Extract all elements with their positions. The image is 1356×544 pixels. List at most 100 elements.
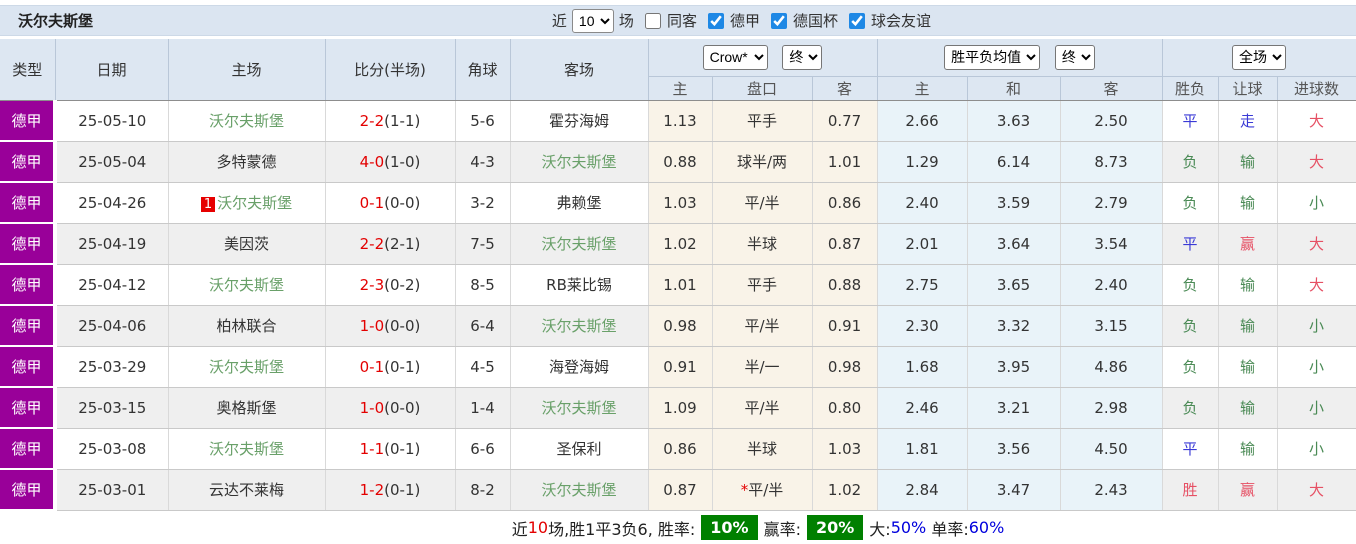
- cell-ah-line: 平手: [712, 100, 813, 142]
- cell-odds-draw: 3.65: [967, 264, 1061, 306]
- cell-ah-away-odds: 1.02: [812, 469, 878, 511]
- table-row: 德甲 25-05-04 多特蒙德 4-0(1-0) 4-3 沃尔夫斯堡 0.88…: [0, 140, 1356, 183]
- cell-odds-away: 2.40: [1060, 264, 1163, 306]
- col-header-corners: 角球: [454, 39, 511, 101]
- cell-ah-line: 平/半: [712, 305, 813, 347]
- cell-home-team[interactable]: 云达不莱梅: [168, 469, 326, 511]
- cell-handicap-result: 输: [1218, 141, 1278, 183]
- cell-odds-draw: 3.56: [967, 428, 1061, 470]
- cell-score: 2-2(1-1): [325, 100, 456, 142]
- match-history-panel: 沃尔夫斯堡 近 10 场 同客 德甲 德国杯 球会友谊 类型 日期 主场 比分(…: [0, 5, 1356, 544]
- cell-home-team[interactable]: 多特蒙德: [168, 141, 326, 183]
- cell-league-type: 德甲: [0, 140, 57, 183]
- cell-handicap-result: 输: [1218, 428, 1278, 470]
- dfb-pokal-checkbox[interactable]: [770, 12, 787, 29]
- cell-home-team[interactable]: 奥格斯堡: [168, 387, 326, 429]
- cell-date: 25-04-26: [55, 182, 169, 224]
- cell-ah-away-odds: 1.03: [812, 428, 878, 470]
- cell-odds-home: 1.81: [877, 428, 968, 470]
- subcol-result: 胜负: [1161, 75, 1219, 101]
- handicap-group-header: Crow* 终: [647, 39, 878, 76]
- cell-goals: 小: [1277, 387, 1356, 429]
- recent-count-select[interactable]: 10: [571, 8, 614, 33]
- cell-ah-line: 球半/两: [712, 141, 813, 183]
- cell-away-team[interactable]: 沃尔夫斯堡: [510, 141, 649, 183]
- col-header-date: 日期: [54, 39, 169, 101]
- cell-score: 1-1(0-1): [325, 428, 456, 470]
- cell-away-team[interactable]: 沃尔夫斯堡: [510, 223, 649, 265]
- cell-result: 平: [1162, 100, 1219, 142]
- cell-goals: 大: [1277, 469, 1356, 511]
- cell-odds-away: 2.50: [1060, 100, 1163, 142]
- cell-home-team[interactable]: 沃尔夫斯堡: [168, 428, 326, 470]
- cell-away-team[interactable]: 霍芬海姆: [510, 100, 649, 142]
- cell-league-type: 德甲: [0, 263, 57, 306]
- bundesliga-checkbox[interactable]: [707, 12, 724, 29]
- cell-ah-away-odds: 0.80: [812, 387, 878, 429]
- subcol-odds-home: 主: [876, 75, 968, 101]
- cell-home-team[interactable]: 柏林联合: [168, 305, 326, 347]
- cell-odds-away: 2.79: [1060, 182, 1163, 224]
- cell-score: 1-0(0-0): [325, 387, 456, 429]
- odds-type-select[interactable]: 胜平负均值: [944, 44, 1041, 70]
- table-row: 德甲 25-03-01 云达不莱梅 1-2(0-1) 8-2 沃尔夫斯堡 0.8…: [0, 468, 1356, 511]
- cell-away-team[interactable]: 海登海姆: [510, 346, 649, 388]
- cell-odds-away: 4.50: [1060, 428, 1163, 470]
- cell-odds-away: 3.15: [1060, 305, 1163, 347]
- cell-result: 负: [1162, 305, 1219, 347]
- club-friendly-label: 球会友谊: [870, 12, 931, 30]
- cell-date: 25-03-15: [55, 387, 169, 429]
- cell-home-team[interactable]: 沃尔夫斯堡: [168, 264, 326, 306]
- cell-ah-away-odds: 0.98: [812, 346, 878, 388]
- subcol-odds-draw: 和: [966, 75, 1061, 101]
- cell-odds-draw: 6.14: [967, 141, 1061, 183]
- cell-ah-home-odds: 1.02: [648, 223, 713, 265]
- table-row: 德甲 25-04-19 美因茨 2-2(2-1) 7-5 沃尔夫斯堡 1.02 …: [0, 222, 1356, 265]
- cell-date: 25-03-29: [55, 346, 169, 388]
- same-venue-checkbox[interactable]: [644, 12, 661, 29]
- handicap-time-select[interactable]: 终: [782, 44, 823, 70]
- bookmaker-select[interactable]: Crow*: [702, 44, 768, 70]
- cell-corners: 6-4: [455, 305, 511, 347]
- cell-home-team[interactable]: 沃尔夫斯堡: [168, 346, 326, 388]
- cell-home-team[interactable]: 沃尔夫斯堡: [168, 100, 326, 142]
- cell-league-type: 德甲: [0, 386, 57, 429]
- cell-odds-home: 2.01: [877, 223, 968, 265]
- cell-score: 2-2(2-1): [325, 223, 456, 265]
- cell-away-team[interactable]: 圣保利: [510, 428, 649, 470]
- table-row: 德甲 25-04-12 沃尔夫斯堡 2-3(0-2) 8-5 RB莱比锡 1.0…: [0, 263, 1356, 306]
- cell-corners: 4-3: [455, 141, 511, 183]
- cell-away-team[interactable]: 弗赖堡: [510, 182, 649, 224]
- cell-odds-home: 2.75: [877, 264, 968, 306]
- cell-odds-draw: 3.59: [967, 182, 1061, 224]
- cell-result: 平: [1162, 428, 1219, 470]
- odds-time-select[interactable]: 终: [1054, 44, 1095, 70]
- cell-handicap-result: 赢: [1218, 223, 1278, 265]
- cell-home-team[interactable]: 美因茨: [168, 223, 326, 265]
- cell-result: 平: [1162, 223, 1219, 265]
- cell-score: 0-1(0-0): [325, 182, 456, 224]
- cell-away-team[interactable]: 沃尔夫斯堡: [510, 387, 649, 429]
- cell-away-team[interactable]: 沃尔夫斯堡: [510, 305, 649, 347]
- cell-corners: 8-5: [455, 264, 511, 306]
- cell-away-team[interactable]: 沃尔夫斯堡: [510, 469, 649, 511]
- cell-league-type: 德甲: [0, 345, 57, 388]
- cell-date: 25-04-19: [55, 223, 169, 265]
- cell-ah-away-odds: 0.87: [812, 223, 878, 265]
- period-select[interactable]: 全场: [1232, 44, 1287, 70]
- cell-corners: 5-6: [455, 100, 511, 142]
- cell-handicap-result: 输: [1218, 264, 1278, 306]
- cell-corners: 7-5: [455, 223, 511, 265]
- cell-home-team[interactable]: 1 沃尔夫斯堡: [168, 182, 326, 224]
- cell-goals: 大: [1277, 264, 1356, 306]
- cell-handicap-result: 输: [1218, 182, 1278, 224]
- cell-result: 负: [1162, 346, 1219, 388]
- club-friendly-checkbox[interactable]: [848, 12, 865, 29]
- top-bar: 沃尔夫斯堡 近 10 场 同客 德甲 德国杯 球会友谊: [0, 5, 1356, 36]
- cell-date: 25-03-08: [55, 428, 169, 470]
- cell-ah-away-odds: 1.01: [812, 141, 878, 183]
- cell-odds-home: 1.29: [877, 141, 968, 183]
- cell-handicap-result: 输: [1218, 305, 1278, 347]
- cell-away-team[interactable]: RB莱比锡: [510, 264, 649, 306]
- cell-goals: 大: [1277, 223, 1356, 265]
